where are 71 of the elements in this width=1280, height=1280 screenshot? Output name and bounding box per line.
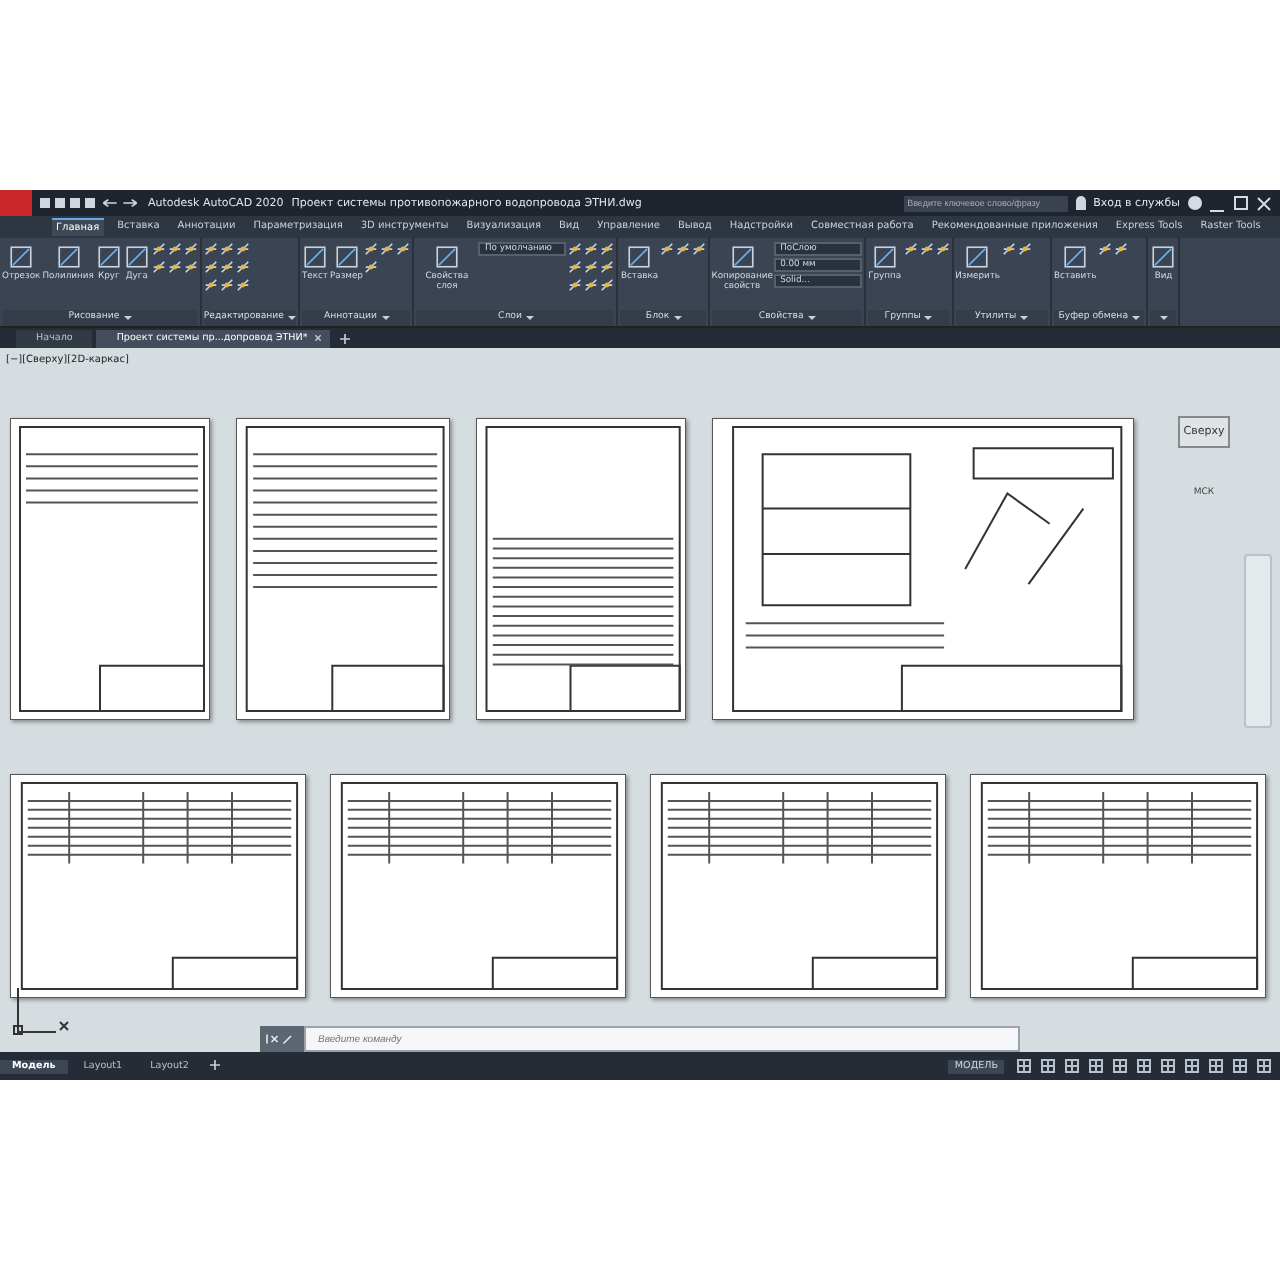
tool-icon[interactable] <box>584 241 599 256</box>
tool-icon[interactable] <box>203 241 218 256</box>
ucs-axes-icon <box>12 988 72 1037</box>
user-icon[interactable] <box>1075 196 1086 210</box>
tool-icon <box>301 243 328 270</box>
tool-icon[interactable] <box>568 277 583 292</box>
tool-icon[interactable] <box>919 241 934 256</box>
tool-icon[interactable] <box>676 241 691 256</box>
tool-icon[interactable] <box>151 241 166 256</box>
tool-icon[interactable] <box>219 277 234 292</box>
tool-icon[interactable] <box>364 259 379 274</box>
tool-icon[interactable] <box>235 241 250 256</box>
command-toolbar-icons[interactable] <box>260 1026 304 1053</box>
close-icon[interactable] <box>313 334 322 343</box>
grid-icon[interactable] <box>1016 1058 1032 1075</box>
tool-icon[interactable] <box>600 277 615 292</box>
tool-icon <box>333 243 360 270</box>
tool-icon <box>433 243 460 270</box>
caret-icon[interactable] <box>287 315 296 320</box>
tool-icon[interactable] <box>935 241 950 256</box>
tool-icon[interactable] <box>584 277 599 292</box>
maximize-icon[interactable] <box>1234 196 1248 210</box>
tool-icon <box>1062 243 1089 270</box>
new-layout-icon[interactable] <box>210 1059 221 1070</box>
tool-icon <box>626 243 653 270</box>
tool-icon <box>964 243 991 270</box>
caret-icon[interactable] <box>807 315 816 320</box>
caret-icon[interactable] <box>123 315 132 320</box>
tool-icon[interactable] <box>600 259 615 274</box>
help-icon[interactable] <box>1188 196 1202 210</box>
tool-icon[interactable] <box>600 241 615 256</box>
caret-icon[interactable] <box>1159 315 1168 320</box>
tool-icon[interactable] <box>1098 241 1113 256</box>
tool-icon <box>1150 243 1177 270</box>
tool-icon[interactable] <box>568 259 583 274</box>
caret-icon[interactable] <box>673 315 682 320</box>
tool-icon[interactable] <box>183 241 198 256</box>
tool-icon[interactable] <box>660 241 675 256</box>
quick-access-icons[interactable] <box>40 196 140 210</box>
caret-icon[interactable] <box>924 315 933 320</box>
tool-icon[interactable] <box>568 241 583 256</box>
tool-icon[interactable] <box>203 259 218 274</box>
tool-icon[interactable] <box>235 277 250 292</box>
tool-icon[interactable] <box>167 241 182 256</box>
tool-icon[interactable] <box>692 241 707 256</box>
tool-icon <box>729 243 756 270</box>
new-tab-icon[interactable] <box>339 333 350 344</box>
tool-icon[interactable] <box>151 259 166 274</box>
tool-icon[interactable] <box>1018 241 1032 256</box>
tool-icon[interactable] <box>364 241 379 256</box>
tool-icon[interactable] <box>584 259 599 274</box>
tool-icon[interactable] <box>219 241 234 256</box>
tool-icon[interactable] <box>203 277 218 292</box>
caret-icon[interactable] <box>381 315 389 320</box>
tool-icon <box>8 243 35 270</box>
tool-icon[interactable] <box>396 241 411 256</box>
caret-icon[interactable] <box>1132 315 1141 320</box>
tool-icon <box>95 243 122 270</box>
caret-icon[interactable] <box>525 315 534 320</box>
tool-icon[interactable] <box>235 259 250 274</box>
tool-icon[interactable] <box>1002 241 1016 256</box>
caret-icon[interactable] <box>1020 315 1029 320</box>
close-icon[interactable] <box>1256 195 1272 211</box>
tool-icon[interactable] <box>167 259 182 274</box>
tool-icon[interactable] <box>903 241 918 256</box>
tool-icon[interactable] <box>219 259 234 274</box>
tool-icon <box>55 243 82 270</box>
tool-icon[interactable] <box>380 241 395 256</box>
tool-icon[interactable] <box>183 259 198 274</box>
tool-icon[interactable] <box>1114 241 1129 256</box>
tool-icon <box>871 243 898 270</box>
